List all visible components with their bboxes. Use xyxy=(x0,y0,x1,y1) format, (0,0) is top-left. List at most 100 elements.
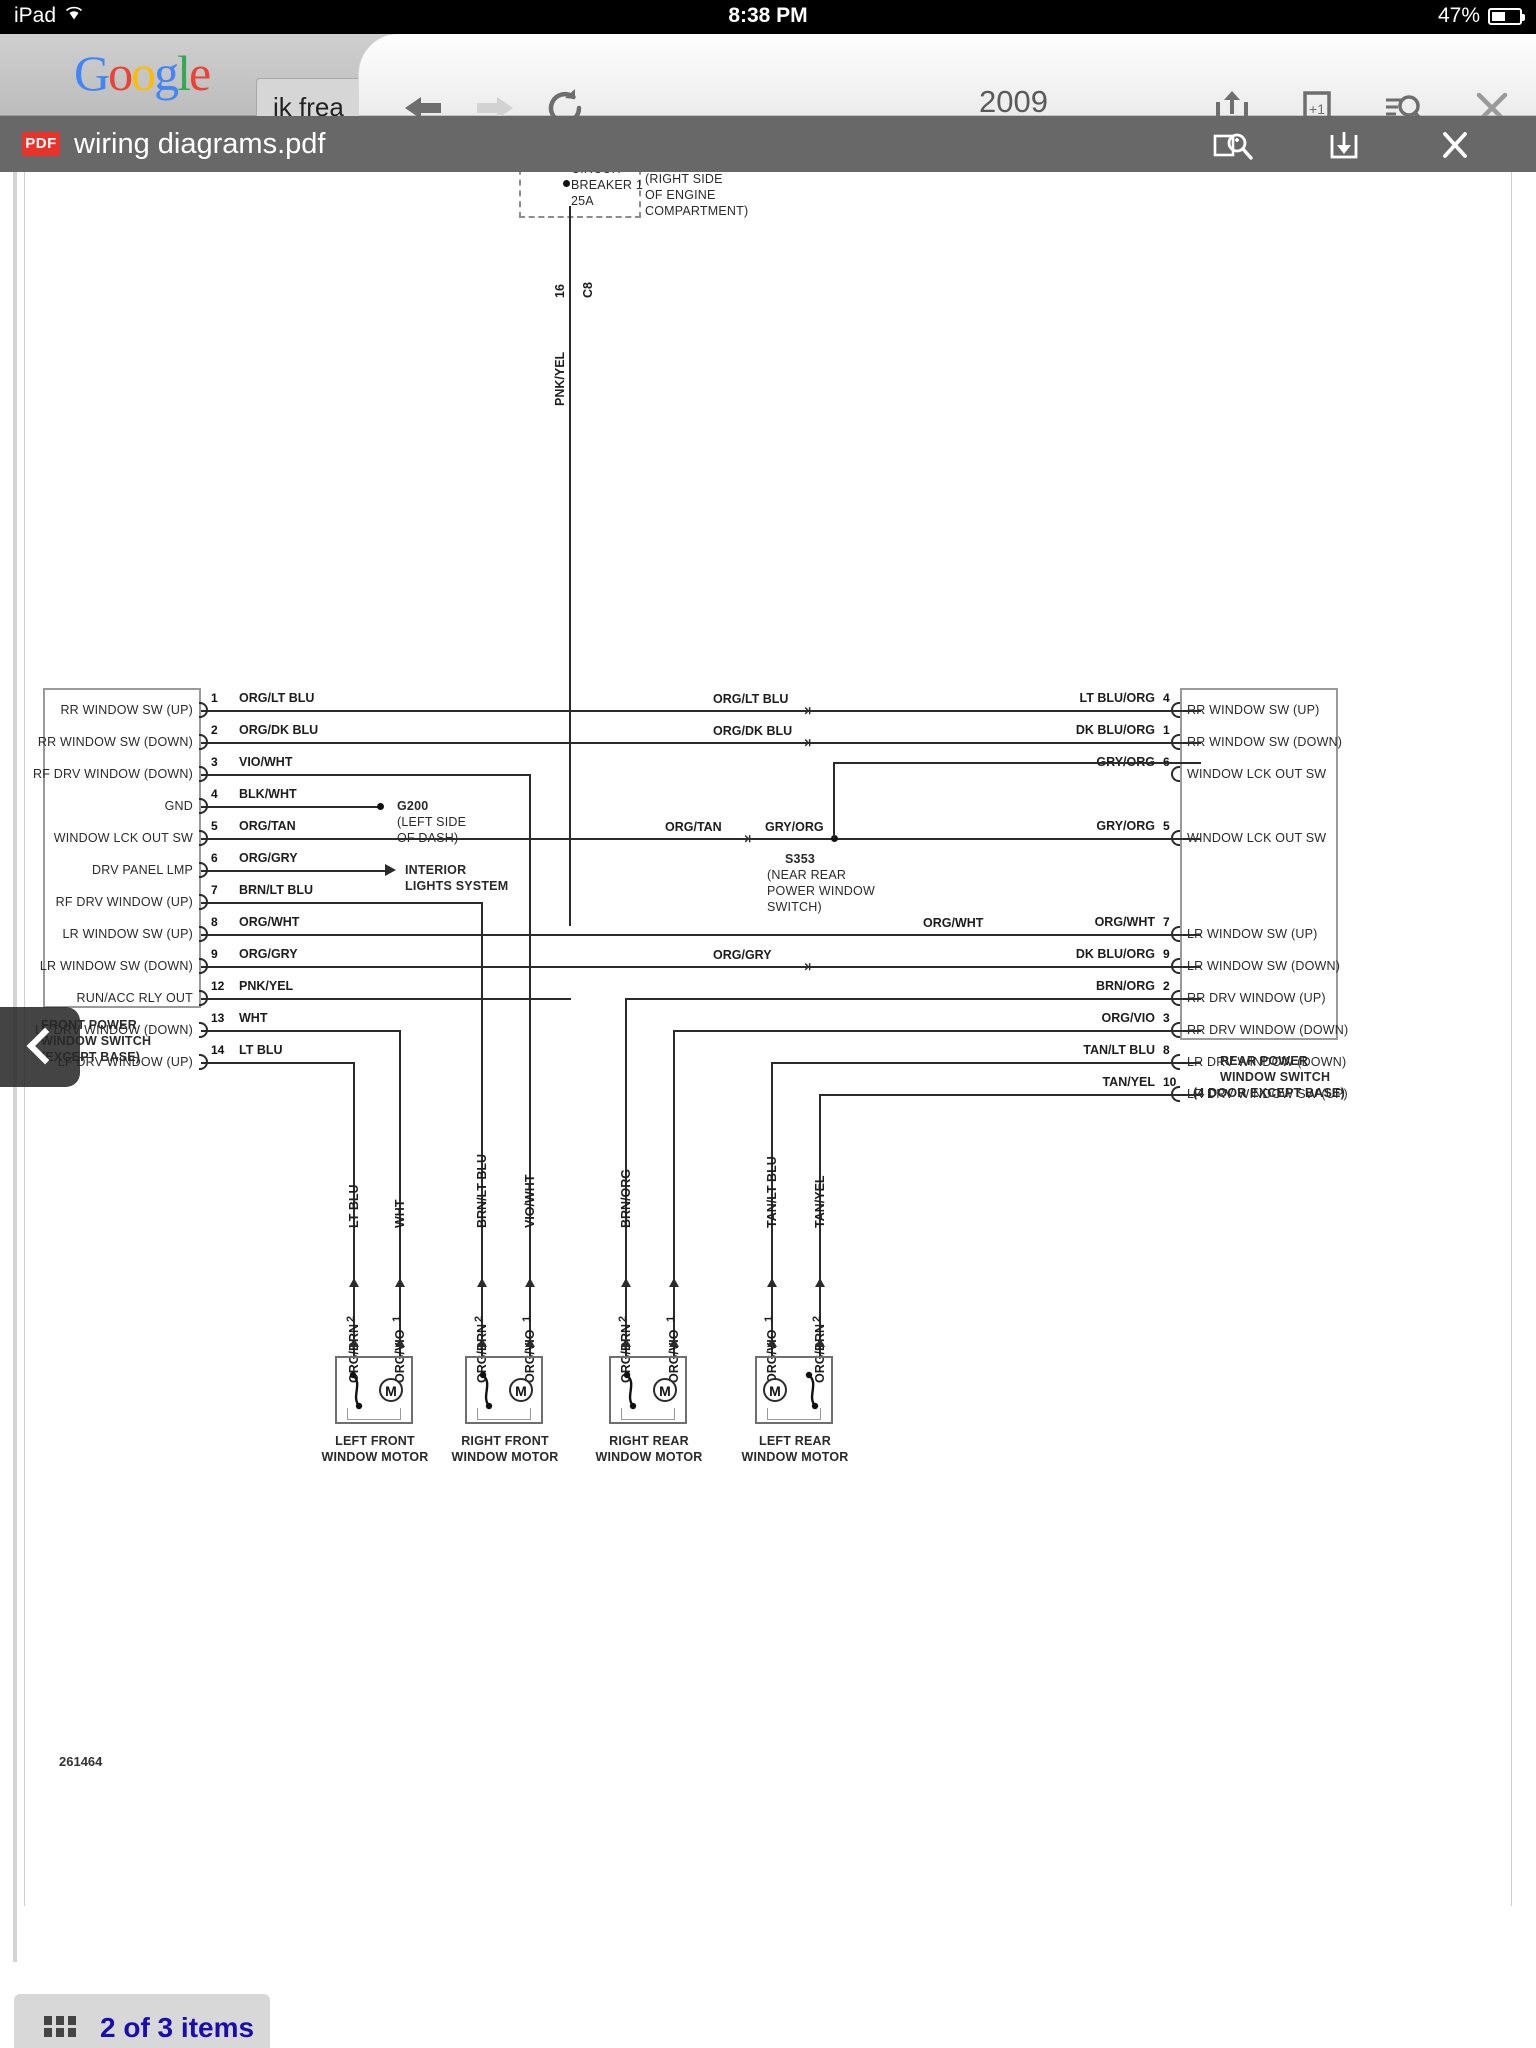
left-pin-label: WINDOW LCK OUT SW xyxy=(53,831,193,845)
right-pin-number: 4 xyxy=(1163,691,1170,705)
left-pin-label: GND xyxy=(164,799,193,813)
motor-internal-trace xyxy=(621,1408,675,1420)
right-pin-connector-icon xyxy=(1171,766,1180,782)
motor-upper-wire-label: VIO/WHT xyxy=(523,1174,537,1228)
left-pin-number: 4 xyxy=(211,787,218,801)
motor-terminal-arrow-icon xyxy=(621,1338,631,1347)
left-pin-label: RF DRV WINDOW (UP) xyxy=(55,895,193,909)
right-pin-wire-label: LT BLU/ORG xyxy=(1079,691,1155,705)
mid-wire-label-4: ORG/GRY xyxy=(713,948,772,962)
motor-terminal-arrow-icon xyxy=(395,1338,405,1347)
feed-wire-pnkyel xyxy=(569,206,571,926)
motor-pin-number: 1 xyxy=(391,1315,403,1322)
wire-org-wht xyxy=(201,934,1201,936)
motor-switch-icon xyxy=(623,1370,643,1412)
right-pin-label: RR WINDOW SW (UP) xyxy=(1187,703,1320,717)
wire-org-tan xyxy=(201,838,1201,840)
wire-org-vio-v xyxy=(673,1030,675,1356)
circuit-breaker-line-2: BREAKER 1 xyxy=(571,178,643,192)
motor-terminal-arrow-icon xyxy=(669,1338,679,1347)
right-pin-label: RR DRV WINDOW (DOWN) xyxy=(1187,1023,1349,1037)
left-pin-number: 13 xyxy=(211,1011,225,1025)
wire-tan-lt-blu-h xyxy=(771,1062,1201,1064)
motor-upper-wire-label: BRN/ORG xyxy=(619,1168,633,1228)
left-pin-wire-label: ORG/WHT xyxy=(239,915,300,929)
motor-pin-number: 2 xyxy=(473,1315,485,1322)
logo-letter: l xyxy=(177,45,191,101)
mid-wire-label-1: ORG/LT BLU xyxy=(713,692,789,706)
left-pin-wire-label: PNK/YEL xyxy=(239,979,294,993)
cavity-c8-label: C8 xyxy=(581,282,595,298)
motor-caption: WINDOW MOTOR xyxy=(595,1450,703,1464)
motor-symbol-icon: M xyxy=(509,1378,533,1402)
left-pin-number: 5 xyxy=(211,819,218,833)
mid-wire-label-3: ORG/TAN xyxy=(665,820,722,834)
right-pin-label: LR WINDOW SW (DOWN) xyxy=(1187,959,1341,973)
left-pin-label: RUN/ACC RLY OUT xyxy=(76,991,193,1005)
wire-org-dk-blu xyxy=(201,742,1201,744)
left-pin-number: 1 xyxy=(211,691,218,705)
pdf-info-bar: PDF wiring diagrams.pdf xyxy=(0,116,1536,172)
interior-lights-line-2: LIGHTS SYSTEM xyxy=(405,879,509,893)
right-pin-wire-label: ORG/WHT xyxy=(1094,915,1155,929)
right-pin-wire-label: GRY/ORG xyxy=(1096,819,1155,833)
motor-caption: RIGHT REAR xyxy=(609,1434,689,1448)
wire-brn-lt-blu-v xyxy=(481,902,483,1356)
left-pin-wire-label: VIO/WHT xyxy=(239,755,293,769)
motor-caption: LEFT REAR xyxy=(759,1434,831,1448)
motor-upper-wire-label: TAN/YEL xyxy=(813,1175,827,1228)
pdf-page-canvas[interactable]: CIRCUIT BREAKER 1 25A POWER MODULE (RIGH… xyxy=(0,172,1536,1962)
connector-chevron: ⇥ xyxy=(737,829,752,848)
logo-letter: g xyxy=(154,45,179,101)
cavity-16-label: 16 xyxy=(553,284,567,298)
motor-terminal-arrow-icon xyxy=(349,1338,359,1347)
motor-symbol-icon: M xyxy=(379,1378,403,1402)
mid-wire-label-gryorg: GRY/ORG xyxy=(765,820,824,834)
right-pin-label: LR WINDOW SW (UP) xyxy=(1187,927,1318,941)
wire-vio-wht-v xyxy=(529,774,531,1356)
ios-status-bar: iPad 8:38 PM 47% xyxy=(0,0,1536,34)
motor-pin-number: 2 xyxy=(617,1315,629,1322)
motor-upper-wire-label: WHT xyxy=(393,1199,407,1228)
inline-connector-arrow-icon xyxy=(621,1278,631,1287)
motor-pin-number: 2 xyxy=(345,1315,357,1322)
wire-vio-wht-h xyxy=(201,774,531,776)
left-pin-number: 12 xyxy=(211,979,225,993)
motor-internal-trace xyxy=(767,1408,821,1420)
splice-note-2: POWER WINDOW xyxy=(767,884,875,898)
power-module-line-4: COMPARTMENT) xyxy=(645,204,749,218)
motor-caption: WINDOW MOTOR xyxy=(321,1450,429,1464)
feed-wire-label: PNK/YEL xyxy=(553,351,567,406)
inline-connector-arrow-icon xyxy=(767,1278,777,1287)
wire-gry-org-upper xyxy=(833,762,1201,764)
motor-pin-number: 1 xyxy=(521,1315,533,1322)
motor-pin-number: 2 xyxy=(811,1315,823,1322)
wire-blk-wht xyxy=(201,806,381,808)
inline-connector-arrow-icon xyxy=(395,1278,405,1287)
motor-caption: WINDOW MOTOR xyxy=(741,1450,849,1464)
bottom-result-text[interactable]: 2 of 3 items xyxy=(100,2012,254,2044)
open-in-app-icon[interactable] xyxy=(1320,127,1366,163)
logo-letter: o xyxy=(131,45,156,101)
circuit-breaker-line-3: 25A xyxy=(571,194,594,208)
inline-connector-arrow-icon xyxy=(349,1278,359,1287)
splice-note-1: (NEAR REAR xyxy=(767,868,847,882)
grid-icon xyxy=(44,2016,76,2038)
right-pin-label: WINDOW LCK OUT SW xyxy=(1187,767,1327,781)
wire-wht-h xyxy=(201,1030,401,1032)
right-pin-number: 7 xyxy=(1163,915,1170,929)
left-pin-wire-label: ORG/LT BLU xyxy=(239,691,315,705)
motor-upper-wire-label: TAN/LT BLU xyxy=(765,1156,779,1228)
close-icon[interactable] xyxy=(1432,127,1478,163)
breaker-node xyxy=(563,180,570,187)
left-pin-number: 3 xyxy=(211,755,218,769)
wire-org-gry-lamp xyxy=(201,870,387,872)
right-pin-number: 1 xyxy=(1163,723,1170,737)
overlay-back-button[interactable] xyxy=(0,1007,80,1087)
right-pin-number: 2 xyxy=(1163,979,1170,993)
connector-chevron: ⇥ xyxy=(797,957,812,976)
motor-pin-number: 1 xyxy=(665,1315,677,1322)
right-pin-number: 5 xyxy=(1163,819,1170,833)
open-in-quick-look-icon[interactable] xyxy=(1210,127,1256,163)
right-pin-number: 3 xyxy=(1163,1011,1170,1025)
